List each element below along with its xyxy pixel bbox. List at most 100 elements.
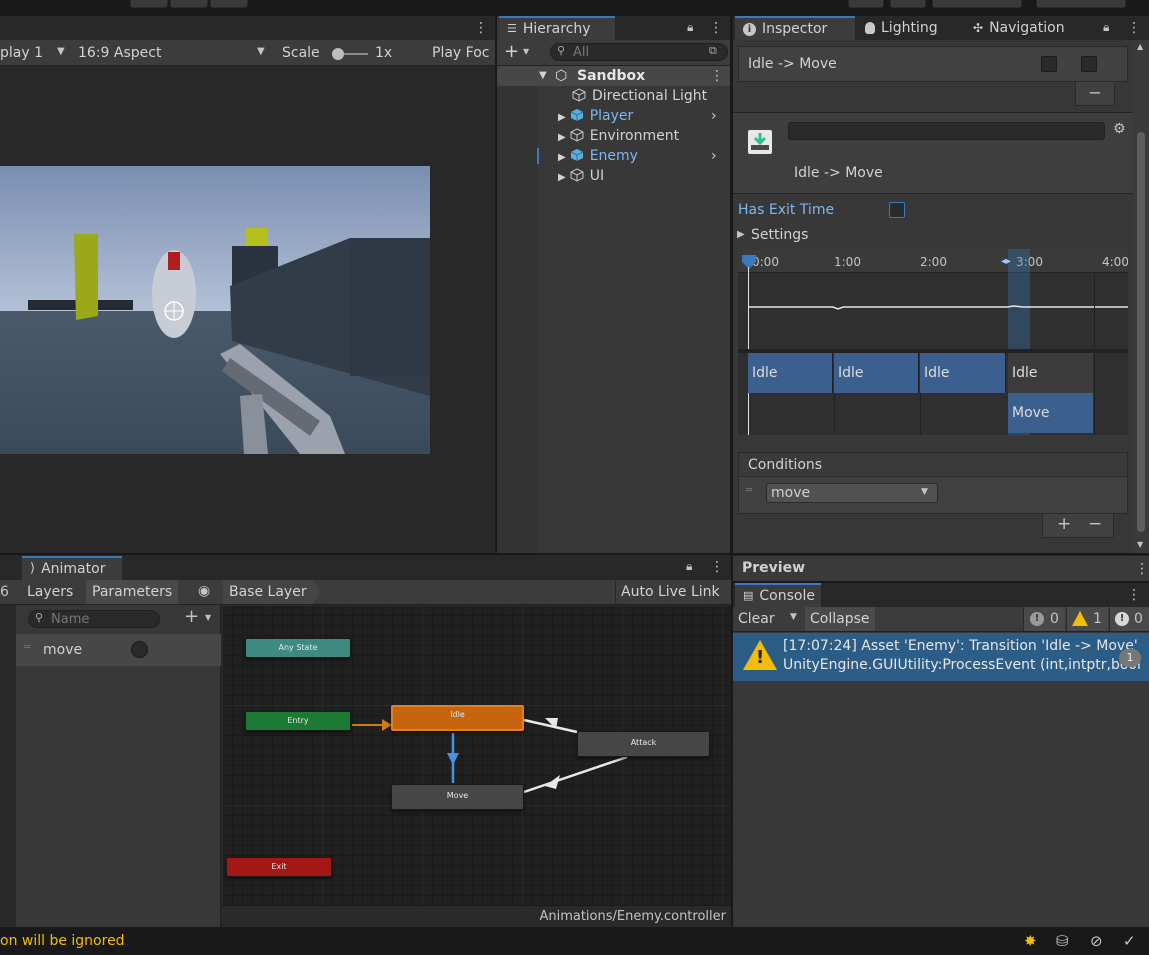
clear-options-arrow-icon[interactable]: ▼: [790, 612, 797, 622]
animator-menu-icon[interactable]: ⋮: [710, 560, 724, 574]
hierarchy-item-enemy[interactable]: ▶ Enemy ›: [558, 146, 730, 166]
clear-button[interactable]: Clear: [738, 611, 775, 627]
trigger-radio[interactable]: [131, 641, 148, 658]
timeline-block-idle[interactable]: Idle: [748, 353, 833, 393]
transition-row-label[interactable]: Idle -> Move: [748, 56, 837, 72]
scale-slider-handle[interactable]: [332, 48, 344, 60]
tab-inspector[interactable]: i Inspector: [735, 16, 855, 40]
inspector-menu-icon[interactable]: ⋮: [1127, 21, 1141, 35]
settings-foldout-icon[interactable]: ▶: [737, 229, 745, 240]
lock-icon[interactable]: 🔒︎: [1103, 20, 1109, 35]
mute-checkbox[interactable]: [1081, 56, 1097, 76]
tab-lighting[interactable]: Lighting: [857, 16, 946, 40]
auto-live-link-toggle[interactable]: Auto Live Link: [615, 580, 731, 604]
remove-transition-button[interactable]: −: [1075, 82, 1115, 106]
log-count-toggle[interactable]: ! 0: [1023, 607, 1065, 631]
expand-arrow-icon[interactable]: ▶: [558, 152, 566, 163]
aspect-dropdown[interactable]: 16:9 Aspect: [78, 45, 161, 61]
check-circle-icon[interactable]: ✓: [1123, 932, 1136, 950]
parameter-search-input[interactable]: ⚲ Name: [28, 610, 160, 628]
expand-arrow-icon[interactable]: ▶: [558, 132, 566, 143]
scrollbar-thumb[interactable]: [1137, 132, 1145, 532]
timeline-block-idle[interactable]: Idle: [834, 353, 919, 393]
timeline-tick-label: 2:00: [920, 255, 947, 269]
scale-slider[interactable]: [332, 48, 368, 60]
transition-handle-icon[interactable]: ◂▸: [1001, 256, 1011, 267]
prefab-open-icon[interactable]: ›: [711, 106, 717, 126]
scene-menu-icon[interactable]: ⋮: [710, 69, 724, 83]
timeline-block-move[interactable]: Move: [1008, 393, 1093, 433]
tab-hierarchy[interactable]: ☰ Hierarchy: [499, 16, 615, 40]
hierarchy-menu-icon[interactable]: ⋮: [709, 21, 723, 35]
add-object-button[interactable]: +: [504, 41, 519, 62]
hierarchy-item-environment[interactable]: ▶ Environment: [558, 126, 679, 146]
scroll-down-icon[interactable]: ▼: [1137, 540, 1143, 549]
move-state-node[interactable]: Move: [391, 784, 524, 810]
play-focused-dropdown[interactable]: Play Foc: [432, 45, 489, 61]
status-message[interactable]: on will be ignored: [0, 933, 125, 949]
transition-timeline[interactable]: 0:00 1:00 2:00 3:00 4:00 ◂▸ Idle Idle Id…: [738, 249, 1128, 435]
expand-arrow-icon[interactable]: ▶: [558, 172, 566, 183]
has-exit-time-checkbox[interactable]: [889, 202, 905, 222]
search-filter-icon[interactable]: ⧉: [709, 44, 717, 58]
search-button[interactable]: [890, 0, 926, 8]
base-layer-breadcrumb[interactable]: Base Layer: [223, 580, 321, 604]
tab-layers[interactable]: Layers: [22, 580, 84, 604]
hierarchy-item-ui[interactable]: ▶ UI: [558, 166, 604, 186]
tab-animator[interactable]: ⟩ Animator: [22, 556, 122, 580]
pause-button[interactable]: [170, 0, 208, 8]
drag-handle-icon[interactable]: ═: [24, 642, 30, 653]
settings-foldout[interactable]: Settings: [751, 227, 808, 243]
condition-parameter-dropdown[interactable]: move ▼: [766, 483, 938, 503]
parameter-row[interactable]: ═ move: [16, 634, 221, 666]
game-viewport[interactable]: [0, 166, 430, 454]
solo-checkbox[interactable]: [1041, 56, 1057, 76]
step-button[interactable]: [210, 0, 248, 8]
any-state-node[interactable]: Any State: [245, 638, 351, 658]
collapse-toggle[interactable]: Collapse: [805, 607, 875, 631]
inspector-scrollbar[interactable]: ▲ ▼: [1133, 40, 1149, 553]
scene-row[interactable]: ▼ ⬡ Sandbox ⋮: [497, 66, 730, 86]
bug-icon[interactable]: ✸: [1024, 932, 1037, 950]
scene-expand-icon[interactable]: ▼: [539, 66, 547, 86]
add-condition-button[interactable]: +: [1057, 514, 1071, 534]
tab-parameters[interactable]: Parameters: [86, 580, 178, 604]
add-parameter-button[interactable]: +: [184, 606, 199, 627]
remove-condition-button[interactable]: −: [1088, 514, 1102, 534]
tab-navigation[interactable]: ✣ Navigation: [965, 16, 1073, 40]
preview-menu-icon[interactable]: ⋮: [1135, 562, 1149, 576]
lock-icon[interactable]: 🔒︎: [686, 559, 692, 574]
eye-icon[interactable]: ◉: [198, 583, 210, 599]
history-button[interactable]: [848, 0, 884, 8]
auto-generate-lighting-icon[interactable]: ⊘: [1090, 932, 1103, 950]
play-button[interactable]: [130, 0, 168, 8]
hierarchy-item-directional-light[interactable]: Directional Light: [572, 86, 707, 106]
console-menu-icon[interactable]: ⋮: [1127, 588, 1141, 602]
drag-handle-icon[interactable]: ═: [746, 485, 752, 496]
layers-dropdown[interactable]: [932, 0, 1022, 8]
display-dropdown[interactable]: play 1: [0, 45, 43, 61]
lock-icon[interactable]: 🔒︎: [687, 20, 693, 35]
timeline-block-idle[interactable]: Idle: [920, 353, 1006, 393]
tab-console[interactable]: ▤ Console: [735, 583, 821, 607]
hierarchy-search-input[interactable]: ⚲ All ⧉: [550, 43, 728, 61]
layout-dropdown[interactable]: [1036, 0, 1126, 8]
cache-server-icon[interactable]: ⛁: [1056, 932, 1069, 950]
scroll-up-icon[interactable]: ▲: [1137, 42, 1143, 51]
game-menu-icon[interactable]: ⋮: [474, 21, 488, 35]
prefab-open-icon[interactable]: ›: [711, 146, 717, 166]
error-count-toggle[interactable]: ! 0: [1109, 607, 1149, 631]
attack-state-node[interactable]: Attack: [577, 731, 710, 757]
entry-node[interactable]: Entry: [245, 711, 351, 731]
timeline-block-idle-fade[interactable]: Idle: [1008, 353, 1093, 393]
hierarchy-item-player[interactable]: ▶ Player ›: [558, 106, 730, 126]
expand-arrow-icon[interactable]: ▶: [558, 112, 566, 123]
gear-icon[interactable]: ⚙: [1113, 121, 1126, 137]
transition-name-input[interactable]: [788, 122, 1105, 140]
preview-header[interactable]: Preview ⋮: [733, 555, 1149, 581]
animator-graph[interactable]: Any State Entry Idle Attack Move Exit: [222, 605, 731, 905]
exit-node[interactable]: Exit: [226, 857, 332, 877]
idle-state-node[interactable]: Idle: [391, 705, 524, 731]
console-entry[interactable]: ! [17:07:24] Asset 'Enemy': Transition '…: [733, 633, 1149, 681]
warning-count-toggle[interactable]: 1: [1066, 607, 1108, 631]
